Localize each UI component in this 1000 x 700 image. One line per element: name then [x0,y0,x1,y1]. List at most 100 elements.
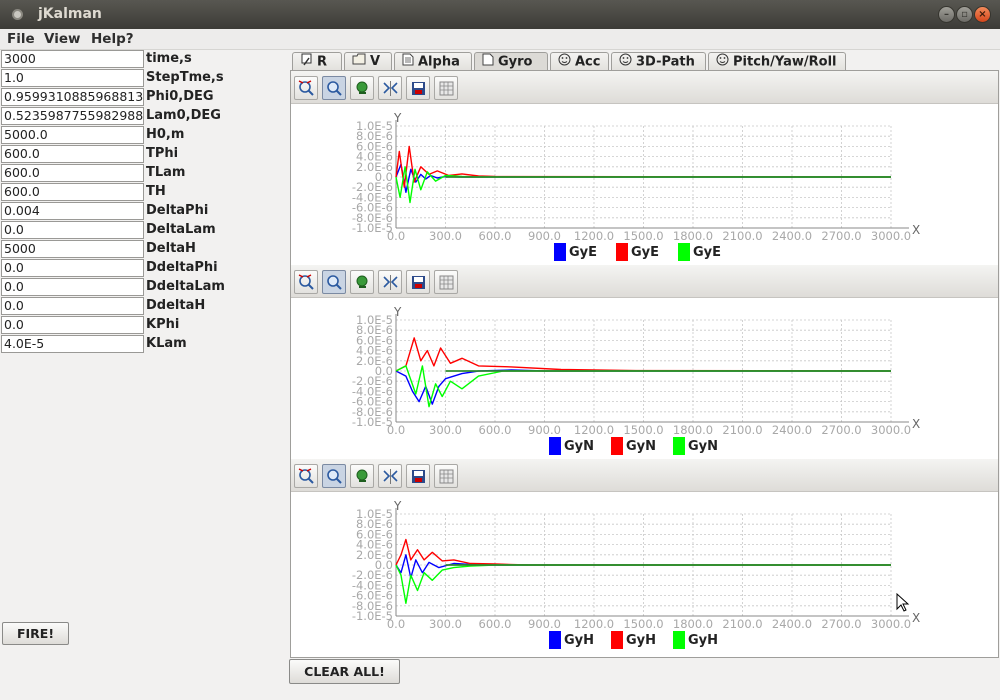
param-label: DeltaLam [146,222,216,237]
save-button[interactable] [406,76,430,100]
clear-all-button[interactable]: CLEAR ALL! [289,659,400,684]
x-tick-label: 2400.0 [772,423,812,434]
param-row: 600.0 TPhi [1,145,286,164]
param-row: 0.0 DdeltaH [1,297,286,316]
x-tick-label: 300.0 [429,617,462,628]
param-row: 1.0 StepTme,s [1,69,286,88]
param-input-th[interactable]: 600.0 [1,183,144,201]
pan-button[interactable] [350,464,374,488]
y-axis-label: Y [393,305,402,319]
x-tick-label: 3000.0 [871,229,911,240]
chart-gyro-n: 1.0E-5 8.0E-6 6.0E-6 4.0E-6 2.0E-6 0.0 -2.0E-6… [291,298,998,459]
zoom-button[interactable] [322,76,346,100]
zoom-reset-button[interactable] [294,464,318,488]
chart-gyro-e: 1.0E-5 8.0E-6 6.0E-6 4.0E-6 2.0E-6 0.0 -2.0E-6… [291,104,998,265]
param-input-tlam[interactable]: 600.0 [1,164,144,182]
param-label: DdeltaLam [146,279,225,294]
pencil-icon [300,53,313,71]
x-tick-label: 900.0 [528,617,561,628]
close-icon[interactable]: × [974,6,991,23]
parameter-panel: 3000 time,s 1.0 StepTme,s 0.95993108859688… [0,50,288,700]
tab-label: Gyro [498,54,533,70]
maximize-icon[interactable]: ▫ [956,6,973,23]
param-input-ddeltalam[interactable]: 0.0 [1,278,144,296]
param-input-deltaphi[interactable]: 0.004 [1,202,144,220]
param-label: KLam [146,336,187,351]
param-input-tphi[interactable]: 600.0 [1,145,144,163]
param-input-phi0[interactable]: 0.9599310885968813 [1,88,144,106]
pan-button[interactable] [350,270,374,294]
tab-v[interactable]: V [344,52,392,71]
tab-label: Acc [575,54,601,70]
x-tick-label: 2700.0 [821,423,861,434]
grid-button[interactable] [434,270,458,294]
fit-button[interactable] [378,270,402,294]
param-input-deltah[interactable]: 5000 [1,240,144,258]
x-tick-label: 1200.0 [574,229,614,240]
x-tick-label: 1500.0 [623,423,663,434]
fire-button[interactable]: FIRE! [2,622,69,645]
pan-button[interactable] [350,76,374,100]
param-label: time,s [146,51,192,66]
param-label: Lam0,DEG [146,108,221,123]
x-tick-label: 600.0 [479,617,512,628]
legend-label: GyE [631,245,660,260]
fit-button[interactable] [378,76,402,100]
x-axis-label: X [912,417,920,431]
x-tick-label: 2400.0 [772,229,812,240]
x-axis-label: X [912,611,920,625]
x-tick-label: 0.0 [387,617,405,628]
x-tick-label: 1500.0 [623,229,663,240]
param-row: 4.0E-5 KLam [1,335,286,354]
param-input-klam[interactable]: 4.0E-5 [1,335,144,353]
legend-swatch [549,631,561,649]
x-tick-label: 900.0 [528,229,561,240]
tab-alpha[interactable]: Alpha [394,52,472,71]
x-tick-label: 1800.0 [673,423,713,434]
zoom-reset-button[interactable] [294,76,318,100]
param-input-kphi[interactable]: 0.0 [1,316,144,334]
zoom-reset-button[interactable] [294,270,318,294]
param-label: H0,m [146,127,185,142]
tab-r[interactable]: R [292,52,342,71]
tab-label: Pitch/Yaw/Roll [733,54,837,70]
param-input-lam0[interactable]: 0.5235987755982988 [1,107,144,125]
tab-acc[interactable]: Acc [550,52,609,71]
y-axis-label: Y [393,499,402,513]
tab-gyro[interactable]: Gyro [474,52,548,71]
save-button[interactable] [406,464,430,488]
param-input-steptime[interactable]: 1.0 [1,69,144,87]
fit-button[interactable] [378,464,402,488]
legend-swatch [611,437,623,455]
param-input-time[interactable]: 3000 [1,50,144,68]
param-row: 600.0 TH [1,183,286,202]
document-icon [482,53,494,71]
menu-file[interactable]: File [7,31,35,47]
x-tick-label: 600.0 [479,423,512,434]
legend-swatch [678,243,690,261]
x-tick-label: 600.0 [479,229,512,240]
tab-pitch-yaw-roll[interactable]: Pitch/Yaw/Roll [708,52,846,71]
zoom-button[interactable] [322,464,346,488]
menu-help[interactable]: Help? [91,31,134,47]
param-input-deltalam[interactable]: 0.0 [1,221,144,239]
param-input-ddeltaphi[interactable]: 0.0 [1,259,144,277]
menu-view[interactable]: View [44,31,80,47]
param-input-h0[interactable]: 5000.0 [1,126,144,144]
param-input-ddeltah[interactable]: 0.0 [1,297,144,315]
zoom-button[interactable] [322,270,346,294]
save-button[interactable] [406,270,430,294]
legend-label: GyE [693,245,722,260]
param-row: 0.0 DeltaLam [1,221,286,240]
grid-button[interactable] [434,464,458,488]
x-tick-label: 1800.0 [673,229,713,240]
param-row: 600.0 TLam [1,164,286,183]
grid-button[interactable] [434,76,458,100]
window-titlebar: jKalman – ▫ × [0,0,1000,29]
param-label: DeltaPhi [146,203,209,218]
legend-label: GyN [626,439,657,454]
chart-legend: GyN GyN GyN [291,434,998,456]
minimize-icon[interactable]: – [938,6,955,23]
legend-label: GyE [569,245,598,260]
tab-3d-path[interactable]: 3D-Path [611,52,706,71]
